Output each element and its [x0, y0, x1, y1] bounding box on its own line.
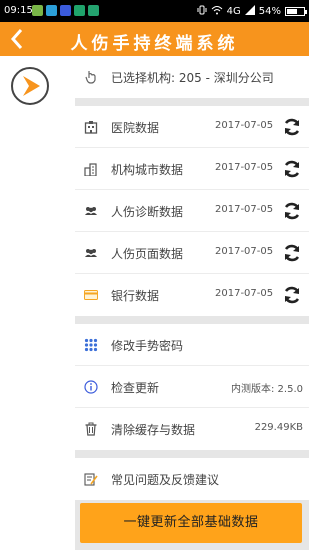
check-update-row[interactable]: 检查更新 内测版本: 2.5.0 [75, 366, 309, 408]
faq-section: 常见问题及反馈建议 [75, 458, 309, 500]
sidebar [0, 56, 76, 550]
data-row-label: 机构城市数据 [111, 163, 184, 177]
cache-size-text: 229.49KB [254, 422, 303, 433]
data-row-date: 2017-07-05 [215, 246, 274, 257]
app-notification-icon [46, 5, 57, 16]
data-row-hospital[interactable]: 医院数据 2017-07-05 [75, 106, 309, 148]
data-row-bank[interactable]: 银行数据 2017-07-05 [75, 274, 309, 316]
grid-dots-icon [84, 338, 98, 352]
refresh-icon[interactable] [282, 201, 302, 221]
city-buildings-icon [84, 163, 97, 176]
check-update-label: 检查更新 [111, 381, 160, 395]
data-row-date: 2017-07-05 [215, 120, 274, 131]
app-header: 人伤手持终端系统 [0, 22, 309, 56]
data-row-city[interactable]: 机构城市数据 2017-07-05 [75, 148, 309, 190]
faq-label: 常见问题及反馈建议 [111, 473, 220, 487]
data-row-label: 银行数据 [111, 289, 160, 303]
data-row-page[interactable]: 人伤页面数据 2017-07-05 [75, 232, 309, 274]
update-all-button[interactable]: 一键更新全部基础数据 [80, 503, 302, 543]
people-icon [85, 249, 97, 257]
notification-icons [32, 5, 99, 16]
app-notification-icon [88, 5, 99, 16]
org-section: 已选择机构: 205 - 深圳分公司 [75, 56, 309, 98]
edit-note-icon [84, 473, 98, 486]
signal-icon [244, 5, 255, 18]
pointer-hand-icon [85, 71, 96, 84]
data-row-date: 2017-07-05 [215, 204, 274, 215]
battery-icon [285, 7, 307, 16]
org-label: 已选择机构: 205 - 深圳分公司 [111, 71, 274, 85]
arrow-right-icon [23, 76, 40, 96]
trash-icon [85, 422, 97, 436]
data-row-label: 人伤页面数据 [111, 247, 184, 261]
org-row[interactable]: 已选择机构: 205 - 深圳分公司 [75, 56, 309, 98]
refresh-icon[interactable] [282, 285, 302, 305]
app-notification-icon [60, 5, 71, 16]
app-notification-icon [74, 5, 85, 16]
change-pattern-label: 修改手势密码 [111, 339, 184, 353]
status-time: 09:15 [4, 5, 33, 16]
wifi-icon [211, 5, 223, 18]
network-type: 4G [226, 6, 241, 17]
data-row-diagnosis[interactable]: 人伤诊断数据 2017-07-05 [75, 190, 309, 232]
refresh-icon[interactable] [282, 159, 302, 179]
status-right: 4G 54% [197, 5, 307, 18]
data-row-date: 2017-07-05 [215, 162, 274, 173]
info-icon [84, 380, 98, 394]
hospital-icon [84, 121, 98, 134]
main-panel: 已选择机构: 205 - 深圳分公司 医院数据 2017-07-05 机构城市数… [75, 56, 309, 550]
settings-section: 修改手势密码 检查更新 内测版本: 2.5.0 清除缓存与数据 229.49KB [75, 324, 309, 450]
data-sync-section: 医院数据 2017-07-05 机构城市数据 2017-07-05 人伤诊断数据… [75, 106, 309, 316]
status-bar: 09:15 4G 54% [0, 0, 309, 22]
faq-row[interactable]: 常见问题及反馈建议 [75, 458, 309, 500]
data-row-label: 医院数据 [111, 121, 160, 135]
vibrate-icon [197, 5, 207, 18]
expand-menu-button[interactable] [11, 67, 49, 105]
clear-cache-label: 清除缓存与数据 [111, 423, 196, 437]
data-row-label: 人伤诊断数据 [111, 205, 184, 219]
change-pattern-row[interactable]: 修改手势密码 [75, 324, 309, 366]
version-text: 内测版本: 2.5.0 [231, 384, 303, 395]
app-notification-icon [32, 5, 43, 16]
refresh-icon[interactable] [282, 243, 302, 263]
people-icon [85, 207, 97, 215]
data-row-date: 2017-07-05 [215, 288, 274, 299]
bank-card-icon [84, 290, 98, 300]
clear-cache-row[interactable]: 清除缓存与数据 229.49KB [75, 408, 309, 450]
refresh-icon[interactable] [282, 117, 302, 137]
page-title: 人伤手持终端系统 [70, 34, 239, 54]
battery-percent: 54% [258, 6, 281, 17]
